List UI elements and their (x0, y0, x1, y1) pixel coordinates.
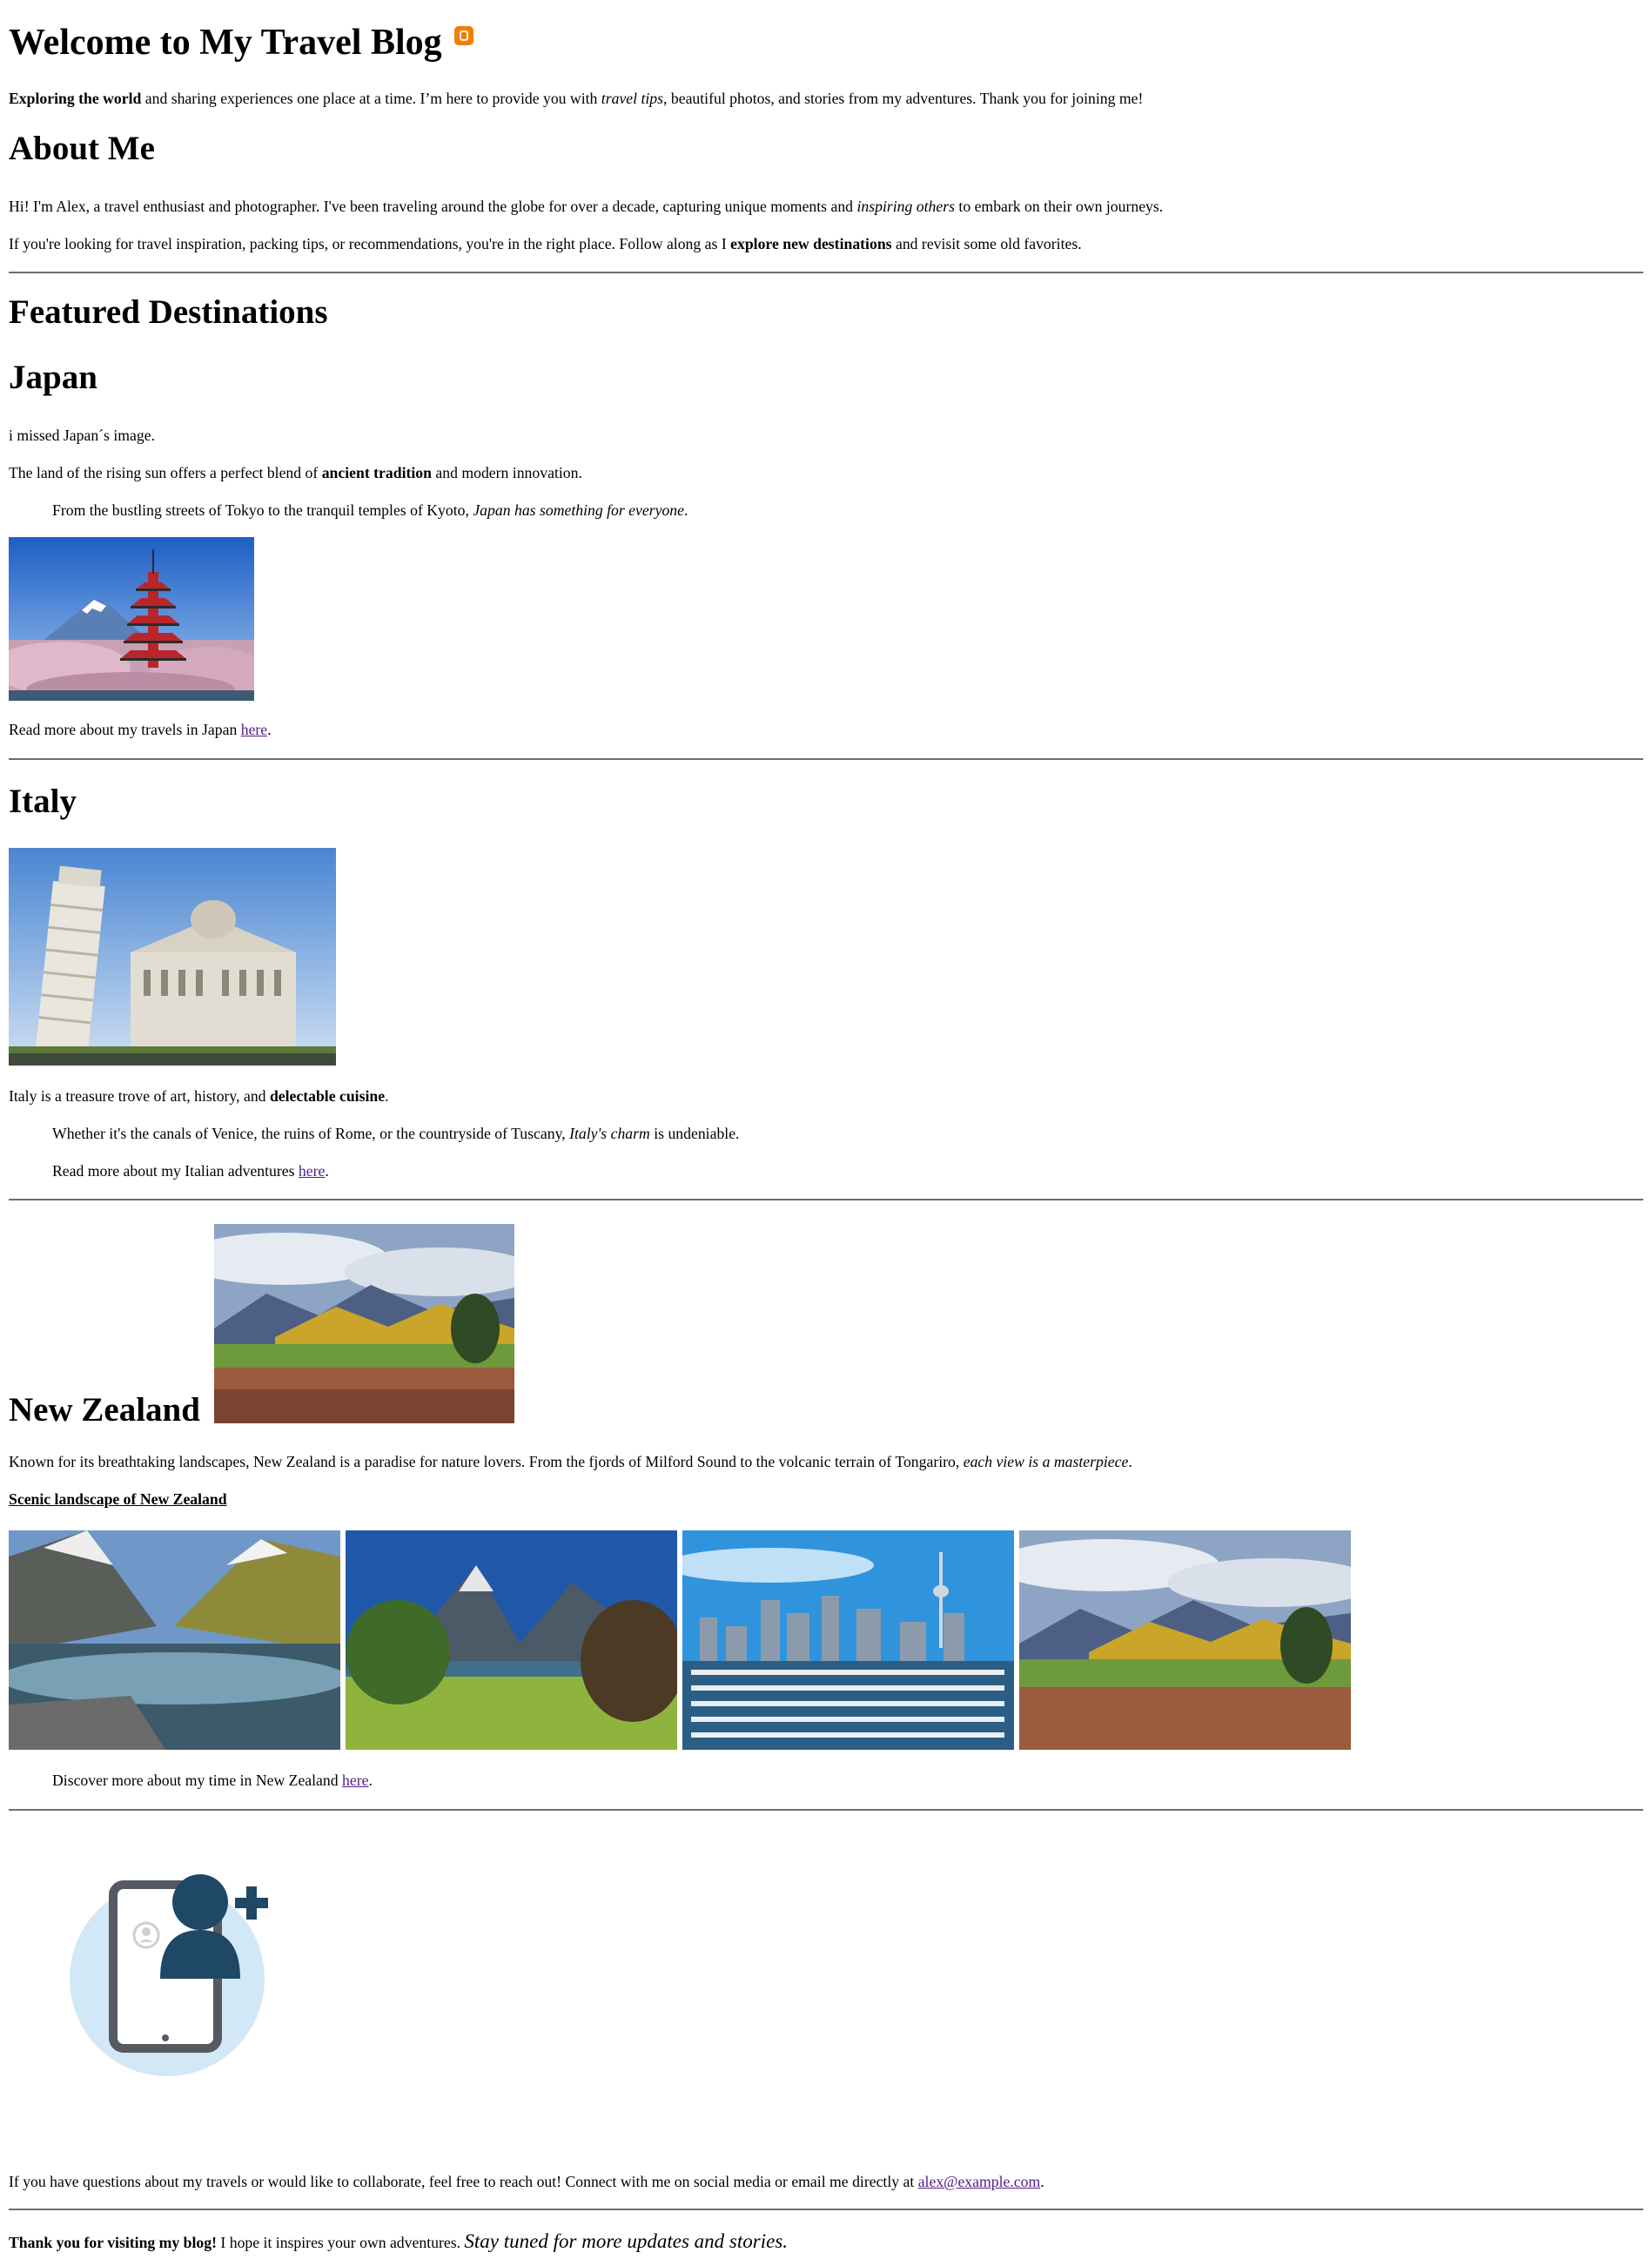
divider-5 (9, 2209, 1643, 2210)
about-paragraph-2: If you're looking for travel inspiration… (9, 234, 1082, 253)
japan-p2-italic: Japan has something for everyone (473, 501, 684, 519)
nz-gallery-caption: Scenic landscape of New Zealand (9, 1490, 227, 1508)
intro-text-1: and sharing experiences one place at a t… (141, 90, 601, 107)
italy-p2-text-end: is undeniable. (649, 1125, 740, 1142)
japan-heading: Japan (9, 359, 97, 396)
italy-pisa-image (9, 848, 336, 1066)
about-paragraph-1: Hi! I'm Alex, a travel enthusiast and ph… (9, 197, 1163, 216)
blogger-icon (453, 26, 473, 45)
intro-italic: travel tips (601, 90, 664, 107)
japan-p1-text-end: and modern innovation. (431, 464, 582, 481)
italy-read-more-text: Read more about my Italian adventures (52, 1162, 299, 1180)
nz-read-more: Discover more about my time in New Zeala… (9, 1771, 373, 1790)
about-heading: About Me (9, 130, 155, 167)
featured-heading: Featured Destinations (9, 293, 328, 331)
japan-read-more-text: Read more about my travels in Japan (9, 721, 241, 738)
nz-heading-image (214, 1224, 514, 1423)
japan-pagoda-image (9, 537, 254, 701)
contact-text-end: . (1040, 2173, 1044, 2190)
nz-gallery-image-mitre-peak[interactable] (346, 1530, 677, 1750)
footer-bold: Thank you for visiting my blog! (9, 2234, 217, 2251)
divider-3 (9, 1199, 1643, 1200)
japan-read-more-end: . (267, 721, 272, 738)
contact-add-user-icon (70, 1874, 268, 2076)
japan-p2-text: From the bustling streets of Tokyo to th… (52, 501, 473, 519)
intro-paragraph: Exploring the world and sharing experien… (9, 89, 1143, 108)
footer-paragraph: Thank you for visiting my blog! I hope i… (9, 2229, 788, 2255)
italy-paragraph-2: Whether it's the canals of Venice, the r… (9, 1124, 739, 1143)
italy-read-more-link[interactable]: here (299, 1162, 325, 1180)
italy-read-more-end: . (325, 1162, 329, 1180)
nz-paragraph-1: Known for its breathtaking landscapes, N… (9, 1452, 1132, 1471)
intro-bold: Exploring the world (9, 90, 142, 107)
japan-p1-text: The land of the rising sun offers a perf… (9, 464, 322, 481)
italy-p1-bold: delectable cuisine (269, 1087, 386, 1105)
about-p2-text-end: and revisit some old favorites. (891, 235, 1082, 252)
italy-read-more: Read more about my Italian adventures he… (9, 1161, 329, 1180)
nz-gallery-image-meadow[interactable] (1019, 1530, 1351, 1750)
divider-1 (9, 272, 1643, 273)
japan-paragraph-1: The land of the rising sun offers a perf… (9, 463, 582, 482)
japan-read-more: Read more about my travels in Japan here… (9, 720, 272, 739)
nz-p1-text: Known for its breathtaking landscapes, N… (9, 1453, 964, 1470)
about-p1-text-end: to embark on their own journeys. (954, 198, 1164, 215)
japan-p1-bold: ancient tradition (321, 464, 432, 481)
about-p2-text: If you're looking for travel inspiration… (9, 235, 731, 252)
japan-paragraph-2: From the bustling streets of Tokyo to th… (9, 501, 688, 520)
about-p1-italic: inspiring others (856, 198, 955, 215)
nz-p1-text-end: . (1128, 1453, 1132, 1470)
japan-read-more-link[interactable]: here (241, 721, 267, 738)
italy-p2-text: Whether it's the canals of Venice, the r… (52, 1125, 570, 1142)
intro-text-2: , beautiful photos, and stories from my … (663, 90, 1144, 107)
contact-text: If you have questions about my travels o… (9, 2173, 918, 2190)
contact-email-link[interactable]: alex@example.com (918, 2173, 1041, 2190)
italy-p1-text-end: . (385, 1087, 389, 1105)
footer-text: I hope it inspires your own adventures. (217, 2234, 465, 2251)
nz-p1-italic: each view is a masterpiece (963, 1453, 1129, 1470)
divider-2 (9, 758, 1643, 760)
contact-paragraph: If you have questions about my travels o… (9, 2172, 1044, 2191)
footer-italic: Stay tuned for more updates and stories. (464, 2230, 789, 2252)
italy-p1-text: Italy is a treasure trove of art, histor… (9, 1087, 270, 1105)
italy-heading: Italy (9, 783, 77, 820)
nz-read-more-link[interactable]: here (342, 1772, 368, 1789)
nz-heading: New Zealand (9, 1391, 200, 1429)
about-p2-bold: explore new destinations (730, 235, 892, 252)
about-p1-text: Hi! I'm Alex, a travel enthusiast and ph… (9, 198, 857, 215)
nz-gallery-image-milford[interactable] (9, 1530, 340, 1750)
japan-p2-text-end: . (684, 501, 688, 519)
italy-paragraph-1: Italy is a treasure trove of art, histor… (9, 1086, 389, 1106)
japan-missed-image-note: i missed Japan´s image. (9, 427, 155, 444)
page-title-text: Welcome to My Travel Blog (9, 23, 442, 63)
divider-4 (9, 1809, 1643, 1811)
italy-p2-italic: Italy's charm (569, 1125, 650, 1142)
nz-read-more-text: Discover more about my time in New Zeala… (52, 1772, 343, 1789)
nz-read-more-end: . (368, 1772, 373, 1789)
page-title: Welcome to My Travel Blog (9, 23, 473, 63)
nz-gallery-image-auckland[interactable] (682, 1530, 1014, 1750)
